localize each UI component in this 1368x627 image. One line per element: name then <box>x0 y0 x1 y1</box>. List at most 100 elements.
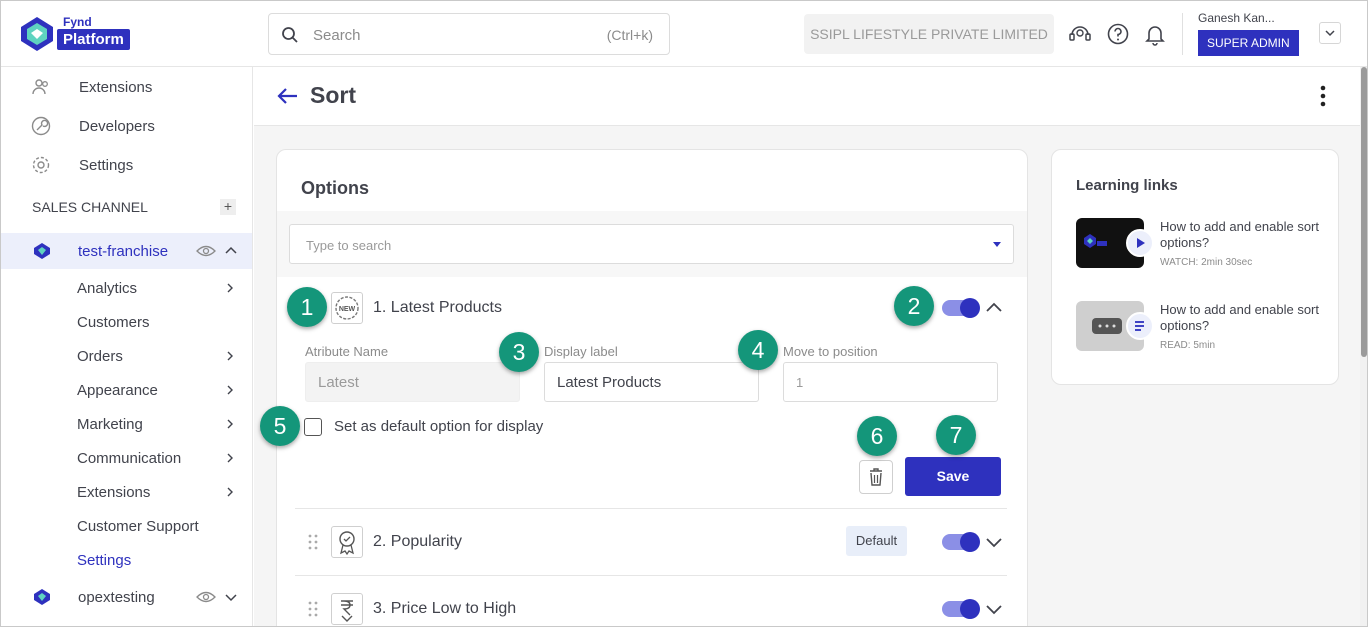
learning-links-card: Learning links How to add and enable sor… <box>1051 149 1339 385</box>
logo-mark-icon <box>21 17 53 51</box>
fynd-platform-logo[interactable]: Fynd Platform <box>17 15 147 55</box>
page-header: Sort <box>254 67 1367 126</box>
sales-channel-heading: SALES CHANNEL <box>32 199 148 215</box>
position-input[interactable]: 1 <box>783 362 998 402</box>
search-placeholder: Search <box>313 27 361 44</box>
chevron-down-icon <box>1325 30 1335 37</box>
support-icon[interactable] <box>1067 21 1093 47</box>
logo-platform-text: Platform <box>57 29 130 50</box>
chevron-down-icon[interactable] <box>985 600 1003 618</box>
trash-icon <box>870 468 882 486</box>
learning-link-sub: WATCH: 2min 30sec <box>1160 257 1253 268</box>
chevron-down-icon[interactable] <box>985 533 1003 551</box>
search-shortcut: (Ctrl+k) <box>606 27 653 43</box>
sidebar-sub-orders[interactable]: Orders <box>77 348 123 365</box>
scrollbar-thumb[interactable] <box>1361 67 1367 357</box>
chevron-right-icon <box>227 453 233 463</box>
document-icon[interactable] <box>1126 312 1154 340</box>
sidebar-sub-customer-support[interactable]: Customer Support <box>77 518 199 535</box>
sort-option-name: 1. Latest Products <box>373 299 502 316</box>
play-icon[interactable] <box>1126 229 1154 257</box>
chevron-up-icon[interactable] <box>985 299 1003 317</box>
chevron-right-icon <box>227 385 233 395</box>
dropdown-caret-icon <box>993 242 1001 247</box>
sidebar-item-extensions[interactable]: Extensions <box>1 69 252 105</box>
learning-link-sub: READ: 5min <box>1160 340 1216 351</box>
callout-marker: 7 <box>936 415 976 455</box>
row-divider <box>295 575 1007 576</box>
fynd-logo-icon <box>1084 234 1107 248</box>
main-content: Sort Options Type to search NEW 1. Lates… <box>254 67 1367 626</box>
logo-fynd-text: Fynd <box>63 15 92 29</box>
sidebar-sub-communication[interactable]: Communication <box>77 450 181 467</box>
back-arrow-icon[interactable] <box>276 84 300 108</box>
chevron-right-icon <box>227 419 233 429</box>
add-channel-button[interactable]: + <box>220 199 236 215</box>
bell-icon[interactable] <box>1142 21 1168 47</box>
sidebar-sub-customers[interactable]: Customers <box>77 314 150 331</box>
drag-handle-icon[interactable] <box>308 534 318 550</box>
sidebar-item-developers[interactable]: Developers <box>1 108 252 144</box>
sidebar-sub-appearance[interactable]: Appearance <box>77 382 158 399</box>
save-button[interactable]: Save <box>905 457 1001 496</box>
help-icon[interactable] <box>1105 21 1131 47</box>
page-title: Sort <box>310 82 356 108</box>
store-name: test-franchise <box>78 243 169 260</box>
user-menu-button[interactable] <box>1319 22 1341 44</box>
options-search-placeholder: Type to search <box>306 238 392 253</box>
scrollbar-track[interactable] <box>1360 67 1367 626</box>
eye-icon[interactable] <box>196 590 216 604</box>
sidebar-store-test-franchise[interactable]: test-franchise <box>1 233 252 269</box>
header-divider <box>1182 13 1183 55</box>
company-selector[interactable]: SSIPL LIFESTYLE PRIVATE LIMITED <box>804 14 1054 54</box>
display-label-label: Display label <box>544 344 618 359</box>
search-icon <box>282 27 298 43</box>
rupee-down-icon <box>331 593 363 625</box>
options-title: Options <box>301 178 369 198</box>
chevron-right-icon <box>227 351 233 361</box>
learning-link-text[interactable]: How to add and enable sort options? <box>1160 302 1320 334</box>
sidebar-sub-settings[interactable]: Settings <box>77 552 131 569</box>
sidebar: Extensions Developers Settings SALES CHA… <box>1 67 253 626</box>
option-toggle[interactable] <box>942 532 980 552</box>
sidebar-sub-analytics[interactable]: Analytics <box>77 280 137 297</box>
chevron-right-icon <box>227 283 233 293</box>
user-name: Ganesh Kan... <box>1198 11 1275 25</box>
option-toggle[interactable] <box>942 599 980 619</box>
sidebar-item-label: Extensions <box>79 79 153 96</box>
top-bar: Fynd Platform Search (Ctrl+k) SSIPL LIFE… <box>1 1 1367 67</box>
sidebar-item-settings[interactable]: Settings <box>1 147 252 183</box>
delete-button[interactable] <box>859 460 893 494</box>
callout-marker: 6 <box>857 416 897 456</box>
default-badge: Default <box>846 526 907 556</box>
callout-marker: 4 <box>738 330 778 370</box>
chevron-up-icon[interactable] <box>225 245 237 257</box>
callout-marker: 3 <box>499 332 539 372</box>
gear-icon <box>32 156 50 174</box>
store-logo-icon <box>34 243 50 259</box>
app-window: Fynd Platform Search (Ctrl+k) SSIPL LIFE… <box>0 0 1368 627</box>
options-search-dropdown[interactable]: Type to search <box>289 224 1014 264</box>
sidebar-store-opextesting[interactable]: opextesting <box>1 579 252 615</box>
learning-link-text[interactable]: How to add and enable sort options? <box>1160 219 1320 251</box>
people-icon <box>32 79 48 95</box>
svg-text:NEW: NEW <box>339 306 356 313</box>
attribute-name-input[interactable]: Latest <box>305 362 520 402</box>
sidebar-sub-marketing[interactable]: Marketing <box>77 416 143 433</box>
default-option-checkbox[interactable] <box>304 418 322 436</box>
more-options-icon[interactable] <box>1316 84 1330 108</box>
drag-handle-icon[interactable] <box>308 601 318 617</box>
options-card: Options Type to search NEW 1. Latest Pro… <box>276 149 1028 626</box>
display-label-input[interactable]: Latest Products <box>544 362 759 402</box>
callout-marker: 1 <box>287 287 327 327</box>
eye-icon[interactable] <box>196 244 216 258</box>
callout-marker: 5 <box>260 406 300 446</box>
row-divider <box>295 508 1007 509</box>
attribute-name-label: Atribute Name <box>305 344 389 359</box>
chevron-down-icon[interactable] <box>225 591 237 603</box>
option-toggle[interactable] <box>942 298 980 318</box>
global-search[interactable]: Search (Ctrl+k) <box>268 13 670 55</box>
callout-marker: 2 <box>894 286 934 326</box>
award-ribbon-icon <box>331 526 363 558</box>
sidebar-sub-extensions[interactable]: Extensions <box>77 484 150 501</box>
